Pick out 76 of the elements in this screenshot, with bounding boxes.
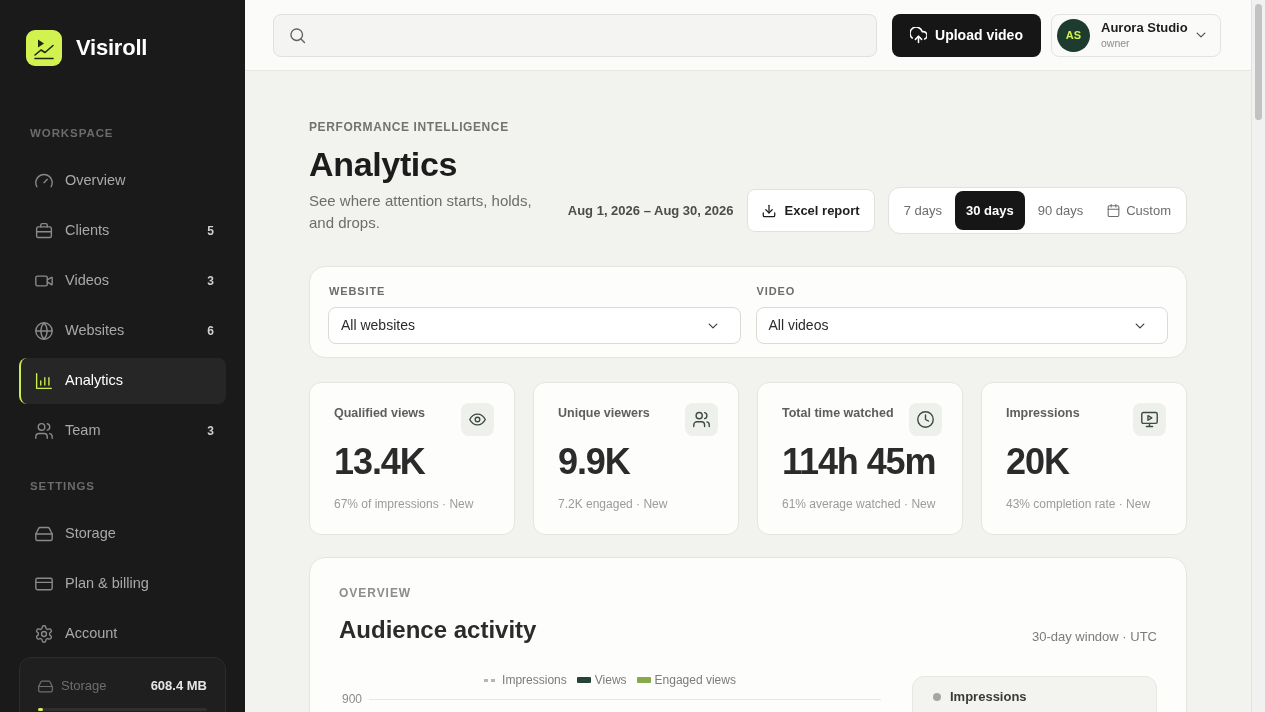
metric-note: 43% completion rate · New (1006, 496, 1152, 512)
calendar-icon (1107, 204, 1121, 217)
filter-dropdown[interactable]: All websites (328, 307, 741, 344)
search-icon (289, 26, 306, 44)
bar-chart-icon (35, 372, 53, 390)
legend-label: Impressions (502, 672, 567, 688)
page-description: See where attention starts, holds, and drops. (309, 191, 533, 233)
filter-label: VIDEO (755, 284, 797, 299)
upload-video-button[interactable]: Upload video (892, 13, 1041, 57)
nav-item[interactable]: Overview (19, 158, 226, 204)
briefcase-icon (35, 222, 53, 240)
search-field[interactable] (273, 13, 877, 57)
range-tab[interactable]: Custom (1096, 191, 1182, 230)
range-tab[interactable]: 90 days (1026, 191, 1095, 230)
time-window-text: 30-day window · UTC (1032, 628, 1157, 646)
clock-icon (909, 403, 942, 436)
nav-item[interactable]: Account (19, 611, 226, 657)
page-title: Analytics (309, 144, 459, 184)
video-camera-icon (35, 272, 53, 290)
nav-item[interactable]: Plan & billing (19, 561, 226, 607)
hard-drive-icon (35, 525, 53, 543)
section-eyebrow: OVERVIEW (339, 585, 413, 601)
globe-icon (35, 322, 53, 340)
filter-dropdown[interactable]: All videos (755, 307, 1168, 344)
range-tab[interactable]: 7 days (892, 191, 953, 230)
y-axis-label: 900 (341, 691, 364, 707)
section-heading: WORKSPACE (29, 126, 115, 141)
metric-note: 7.2K engaged · New (558, 496, 669, 512)
scrollbar-thumb[interactable] (1255, 4, 1262, 120)
series-label: Impressions (950, 689, 1027, 704)
item-count: 6 (207, 323, 214, 340)
settings-icon (35, 625, 53, 643)
metric-value: 9.9K (558, 440, 631, 484)
filter-label: WEBSITE (328, 284, 387, 299)
download-icon (762, 203, 777, 218)
users-icon (685, 403, 718, 436)
gauge-icon (35, 172, 53, 190)
account-role: owner (1101, 36, 1131, 50)
credit-card-icon (35, 575, 53, 593)
metric-note: 67% of impressions · New (334, 496, 475, 512)
metric-value: 20K (1006, 440, 1071, 484)
nav-item[interactable]: Clients 5 (19, 208, 226, 254)
section-title: Audience activity (339, 615, 537, 645)
monitor-play-icon (1133, 403, 1166, 436)
avatar: AS (1057, 18, 1090, 52)
item-count: 3 (207, 273, 214, 290)
legend-label: Engaged views (654, 672, 736, 688)
item-count: 3 (207, 423, 214, 440)
storage-label: Storage (61, 678, 108, 694)
section-heading: SETTINGS (29, 479, 96, 494)
users-icon (35, 422, 53, 440)
account-menu[interactable]: AS Aurora Studio owner (1051, 13, 1221, 57)
date-range-text: Aug 1, 2026 – Aug 30, 2026 (567, 201, 734, 220)
logo-icon (26, 30, 62, 66)
nav-item[interactable]: Analytics (19, 358, 226, 404)
metric-label: Qualified views (334, 405, 425, 421)
hard-drive-icon (38, 678, 53, 694)
metric-label: Total time watched (782, 405, 894, 421)
metric-label: Unique viewers (558, 405, 650, 421)
eye-icon (461, 403, 494, 436)
brand-name: Visiroll (76, 34, 148, 62)
metric-note: 61% average watched · New (782, 496, 937, 512)
range-tab[interactable]: 30 days (954, 191, 1025, 230)
nav-item[interactable]: Storage (19, 511, 226, 557)
page-eyebrow: PERFORMANCE INTELLIGENCE (309, 119, 510, 135)
item-count: 5 (207, 223, 214, 240)
nav-item[interactable]: Websites 6 (19, 308, 226, 354)
storage-value: 608.4 MB (150, 678, 207, 694)
metric-value: 114h 45m (782, 440, 937, 484)
cloud-upload-icon (910, 26, 928, 44)
excel-report-button[interactable]: Excel report (747, 189, 875, 232)
metric-label: Impressions (1006, 405, 1080, 421)
metric-value: 13.4K (334, 440, 426, 484)
nav-item[interactable]: Team 3 (19, 408, 226, 454)
nav-item[interactable]: Videos 3 (19, 258, 226, 304)
legend-label: Views (594, 672, 627, 688)
